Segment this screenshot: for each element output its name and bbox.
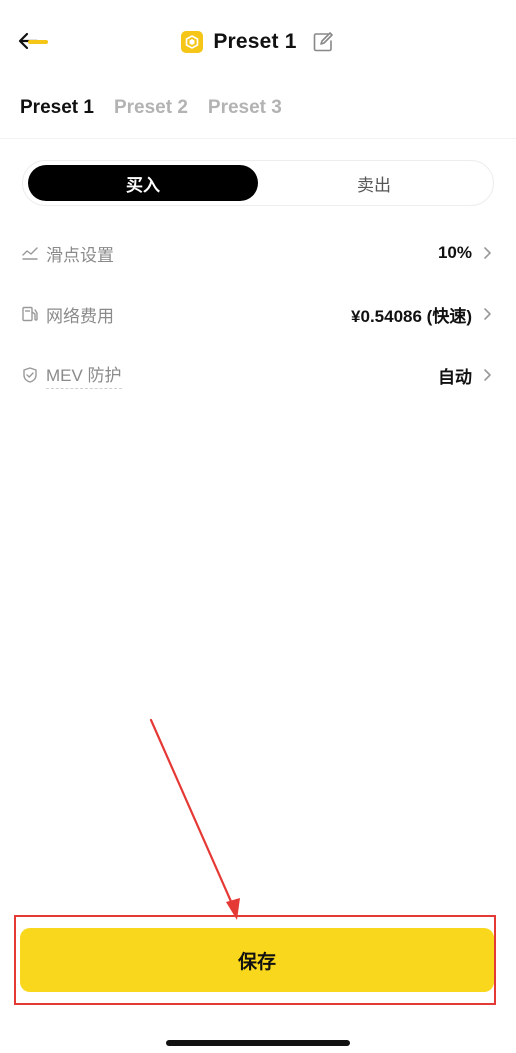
tabs-divider: [0, 138, 516, 139]
annotation-arrow: [149, 718, 240, 920]
sell-segment[interactable]: 卖出: [259, 165, 489, 201]
network-fee-row[interactable]: 网络费用 ¥0.54086 (快速): [20, 292, 496, 336]
tab-preset-1[interactable]: Preset 1: [20, 92, 94, 126]
chevron-right-icon: [480, 245, 496, 261]
edit-icon: [313, 32, 333, 52]
tab-preset-3[interactable]: Preset 3: [208, 92, 282, 126]
active-tab-indicator: [28, 40, 48, 44]
chevron-right-icon: [480, 367, 496, 383]
title-group: Preset 1: [0, 28, 516, 56]
save-button[interactable]: 保存: [20, 928, 494, 992]
tab-preset-2[interactable]: Preset 2: [114, 92, 188, 126]
coin-logo-icon: [181, 31, 204, 53]
network-fee-value: ¥0.54086 (快速): [351, 306, 472, 326]
chevron-right-icon: [480, 306, 496, 322]
home-indicator: [166, 1040, 350, 1046]
page-title: Preset 1: [213, 30, 297, 53]
mev-protection-value: 自动: [438, 367, 472, 387]
header: Preset 1: [0, 0, 516, 80]
buy-sell-toggle: 买入 卖出: [22, 160, 494, 206]
network-fee-label: 网络费用: [46, 306, 114, 326]
chart-line-icon: [20, 243, 40, 263]
mev-protection-label: MEV 防护: [46, 361, 122, 389]
edit-button[interactable]: [311, 30, 335, 54]
preset-tabs: Preset 1 Preset 2 Preset 3: [20, 92, 282, 132]
slippage-row[interactable]: 滑点设置 10%: [20, 231, 496, 275]
slippage-value: 10%: [437, 243, 472, 262]
mev-protection-row[interactable]: MEV 防护 自动: [20, 353, 496, 397]
buy-segment[interactable]: 买入: [28, 165, 258, 201]
shield-check-icon: [20, 365, 40, 385]
fuel-pump-icon: [20, 304, 40, 324]
slippage-label: 滑点设置: [46, 245, 114, 265]
